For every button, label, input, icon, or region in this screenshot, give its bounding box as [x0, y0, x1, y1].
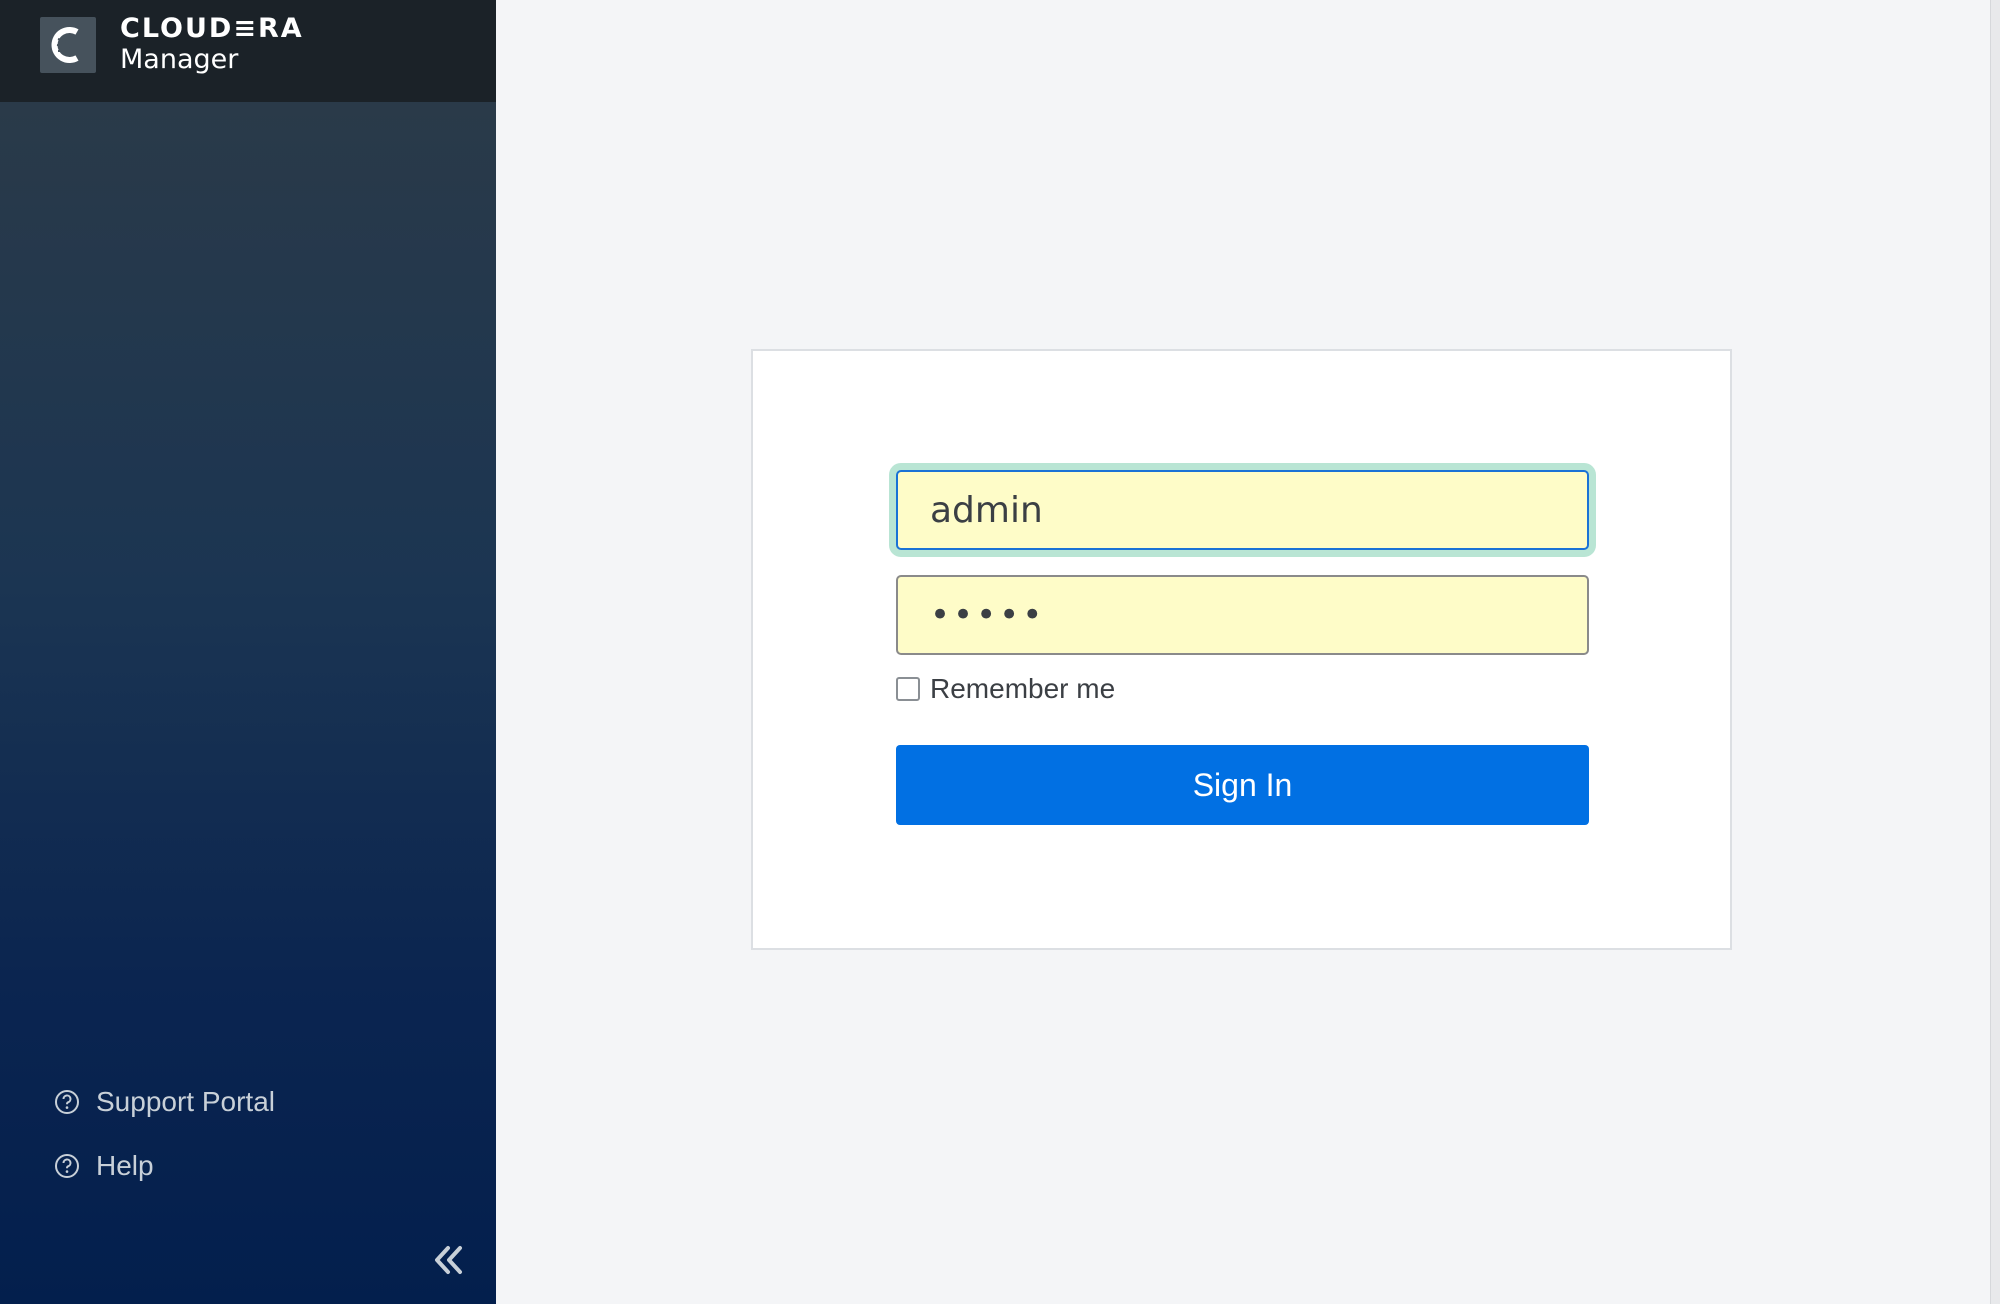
help-circle-icon	[54, 1089, 80, 1115]
brand-name: CLOUD≡RA	[120, 13, 304, 44]
brand-product: Manager	[120, 44, 239, 75]
collapse-sidebar-button[interactable]	[428, 1238, 468, 1282]
double-chevron-left-icon	[435, 1246, 462, 1274]
remember-me-option[interactable]: Remember me	[896, 673, 1115, 705]
cloudera-logo-icon[interactable]	[40, 17, 96, 73]
sidebar-item-label: Support Portal	[96, 1086, 275, 1117]
sidebar-item-help[interactable]: Help	[54, 1150, 154, 1182]
username-input[interactable]	[896, 470, 1589, 550]
sidebar-item-support-portal[interactable]: Support Portal	[54, 1086, 275, 1118]
sidebar-item-label: Help	[96, 1150, 154, 1181]
sidebar-header: CLOUD≡RA Manager	[0, 0, 496, 102]
sidebar: CLOUD≡RA Manager Support Portal Help	[0, 0, 496, 1304]
help-circle-icon	[54, 1153, 80, 1179]
scrollbar[interactable]	[1990, 0, 2000, 1304]
login-card: Remember me Sign In	[751, 349, 1732, 950]
sign-in-button[interactable]: Sign In	[896, 745, 1589, 825]
remember-me-checkbox[interactable]	[896, 677, 920, 701]
password-input[interactable]	[896, 575, 1589, 655]
remember-me-label: Remember me	[930, 673, 1116, 704]
